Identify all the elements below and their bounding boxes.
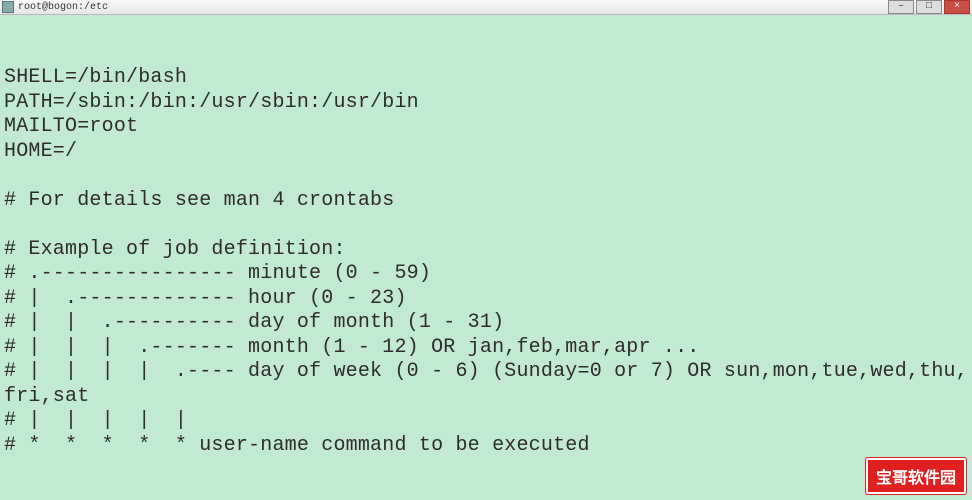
terminal-line: # | | | .------- month (1 - 12) OR jan,f…	[4, 336, 968, 361]
app-icon	[2, 1, 14, 13]
terminal-line: # | | .---------- day of month (1 - 31)	[4, 311, 968, 336]
terminal-line: # * * * * * user-name command to be exec…	[4, 434, 968, 459]
terminal-line	[4, 164, 968, 189]
terminal-line: # | .------------- hour (0 - 23)	[4, 287, 968, 312]
window-title: root@bogon:/etc	[18, 2, 886, 13]
terminal-line: # | | | | |	[4, 409, 968, 434]
terminal-line: MAILTO=root	[4, 115, 968, 140]
terminal-line: # | | | | .---- day of week (0 - 6) (Sun…	[4, 360, 968, 409]
maximize-button[interactable]: □	[916, 0, 942, 14]
terminal-line: # Example of job definition:	[4, 238, 968, 263]
close-button[interactable]: ×	[944, 0, 970, 14]
terminal-line: SHELL=/bin/bash	[4, 66, 968, 91]
terminal-line	[4, 458, 968, 483]
minimize-button[interactable]: ‒	[888, 0, 914, 14]
terminal-line: # .---------------- minute (0 - 59)	[4, 262, 968, 287]
terminal-line: HOME=/	[4, 140, 968, 165]
terminal-window: root@bogon:/etc ‒ □ × SHELL=/bin/bashPAT…	[0, 0, 972, 500]
terminal-line: # For details see man 4 crontabs	[4, 189, 968, 214]
window-titlebar[interactable]: root@bogon:/etc ‒ □ ×	[0, 0, 972, 15]
terminal-line: PATH=/sbin:/bin:/usr/sbin:/usr/bin	[4, 91, 968, 116]
terminal-line	[4, 213, 968, 238]
watermark-badge: 宝哥软件园	[866, 458, 966, 494]
terminal-editor[interactable]: SHELL=/bin/bashPATH=/sbin:/bin:/usr/sbin…	[0, 15, 972, 500]
